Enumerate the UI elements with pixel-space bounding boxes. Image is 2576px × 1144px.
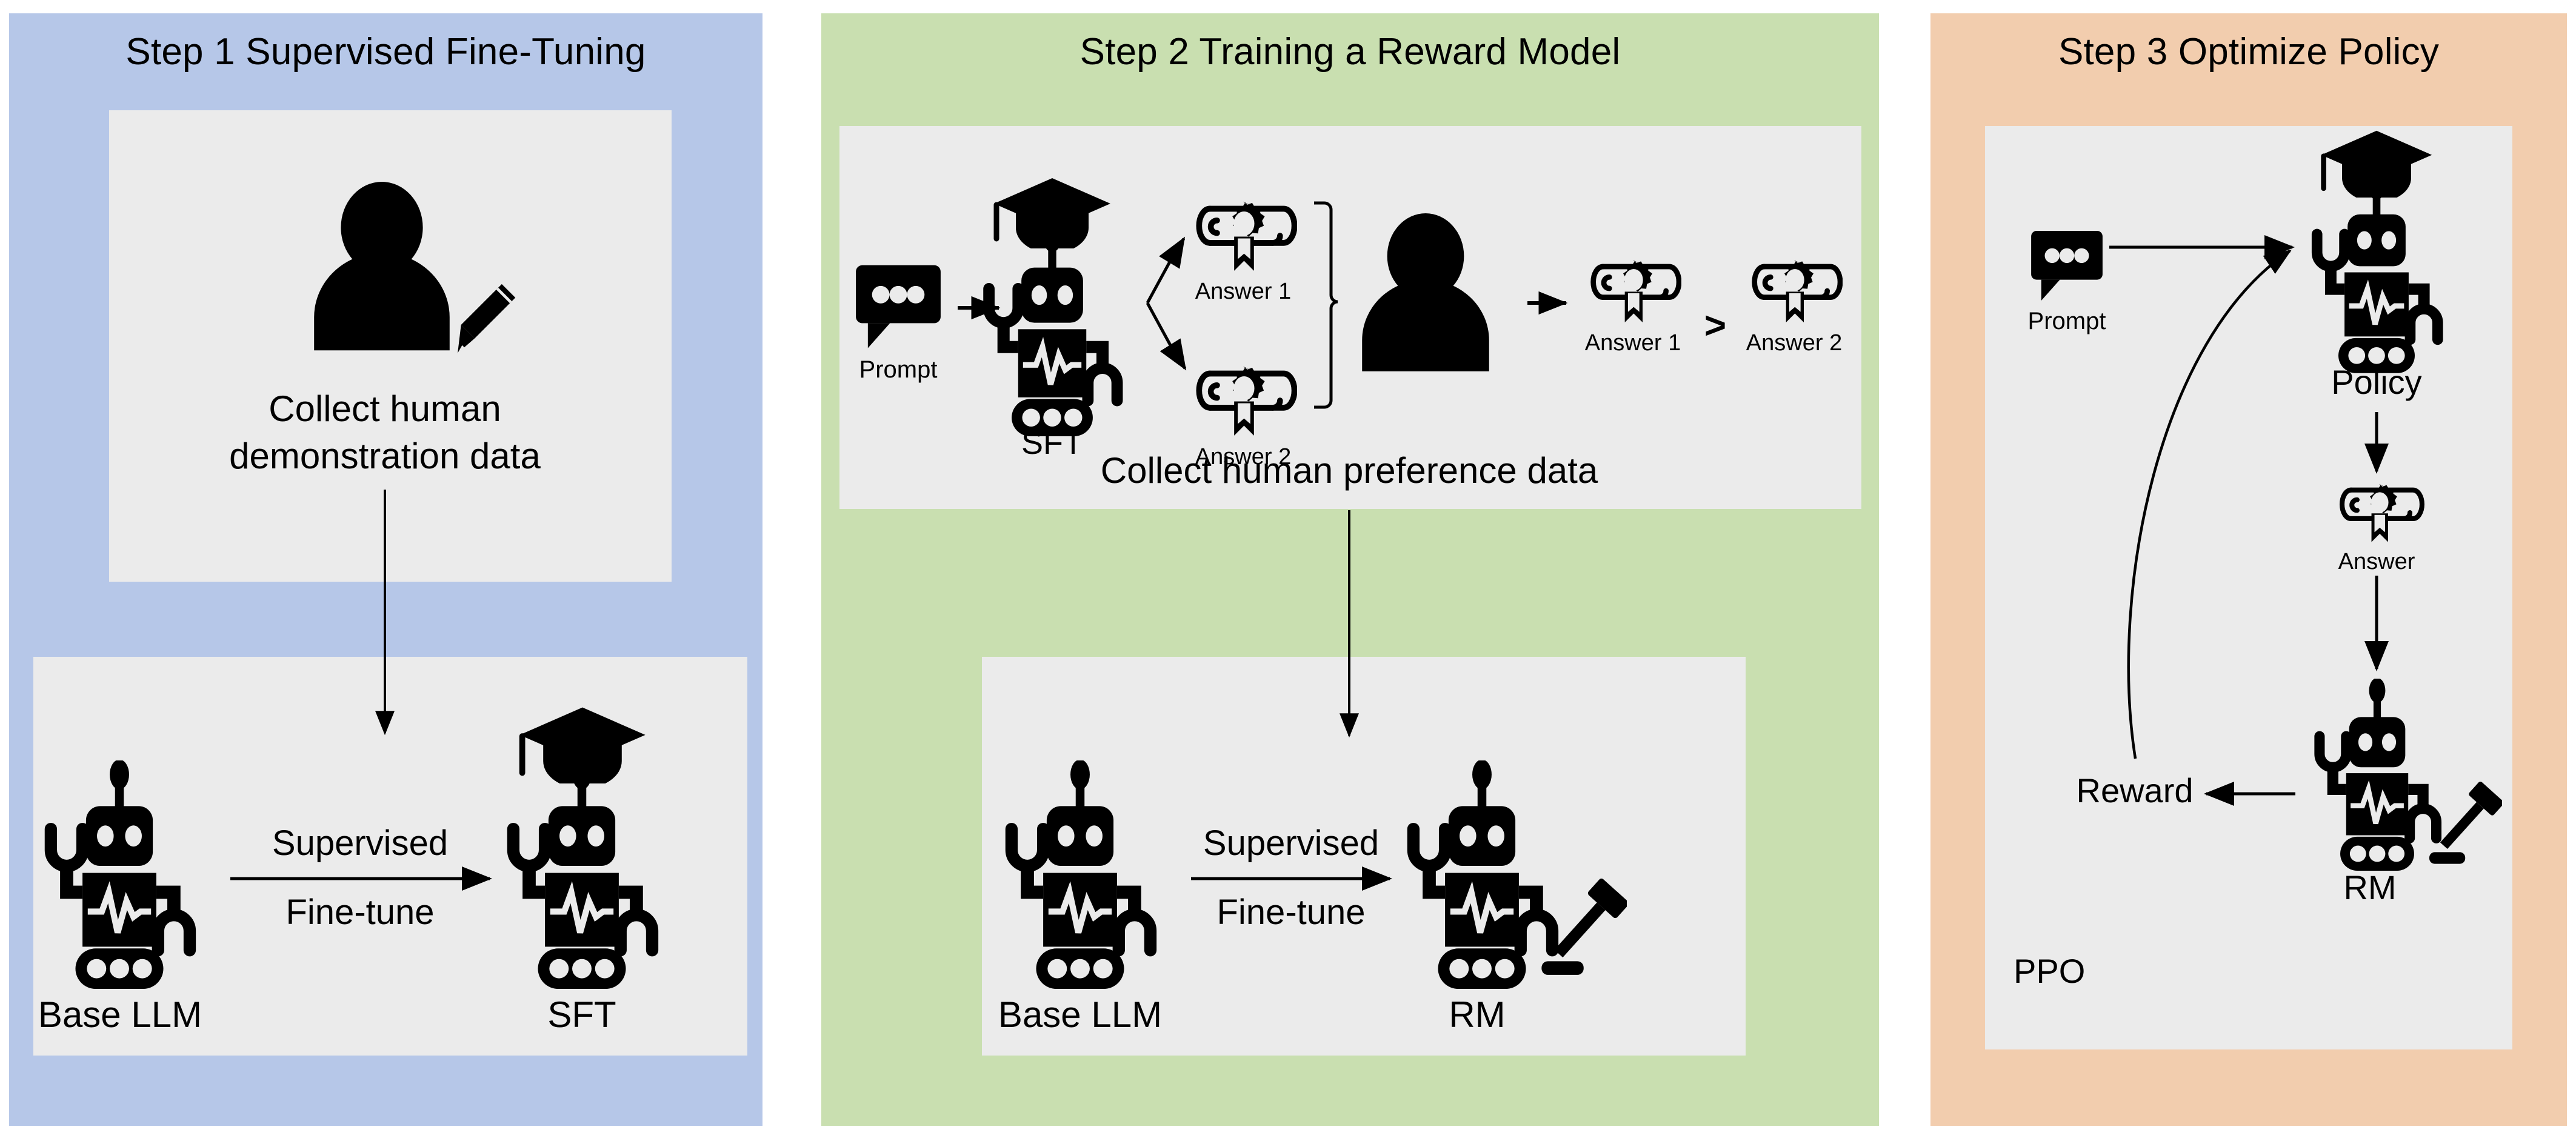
step2-title: Step 2 Training a Reward Model [1079, 31, 1621, 73]
step2-panel: Step 2 Training a Reward Model [821, 13, 1879, 1126]
step2-ranked-first-label: Answer 1 [1584, 330, 1681, 356]
step3-ppo-label: PPO [2014, 952, 2086, 990]
step3-reward-label: Reward [2076, 771, 2194, 810]
step1-sft-label: SFT [547, 994, 616, 1035]
step1-finetune-label-line2: Fine-tune [285, 893, 435, 932]
step2-prompt-label: Prompt [859, 356, 938, 383]
step3-rm-label: RM [2343, 868, 2397, 906]
step1-title: Step 1 Supervised Fine-Tuning [125, 31, 646, 73]
step1-base-llm-label: Base LLM [38, 994, 202, 1035]
step1-collect-card [109, 110, 672, 582]
step2-sft-label: SFT [1021, 425, 1083, 461]
step1-finetune-label-line1: Supervised [272, 823, 449, 863]
step3-ppo-card [1985, 126, 2512, 1049]
step2-finetune-label-line1: Supervised [1203, 823, 1380, 863]
step2-rm-label: RM [1449, 994, 1506, 1035]
step3-title: Step 3 Optimize Policy [2058, 31, 2440, 73]
step2-answer1-label: Answer 1 [1195, 279, 1292, 304]
step2-ranked-second-label: Answer 2 [1746, 330, 1843, 356]
step2-preference-caption: Collect human preference data [1100, 450, 1598, 491]
step2-comparator: > [1704, 305, 1727, 347]
step2-base-llm-label: Base LLM [998, 994, 1163, 1035]
step1-caption-line2: demonstration data [229, 436, 541, 476]
step3-prompt-label: Prompt [2027, 308, 2106, 334]
step3-answer-label: Answer [2338, 549, 2415, 574]
step1-caption-line1: Collect human [269, 388, 501, 429]
step2-finetune-label-line2: Fine-tune [1216, 893, 1366, 932]
step1-panel: Step 1 Supervised Fine-Tuning [9, 13, 762, 1126]
step3-policy-label: Policy [2331, 363, 2422, 401]
